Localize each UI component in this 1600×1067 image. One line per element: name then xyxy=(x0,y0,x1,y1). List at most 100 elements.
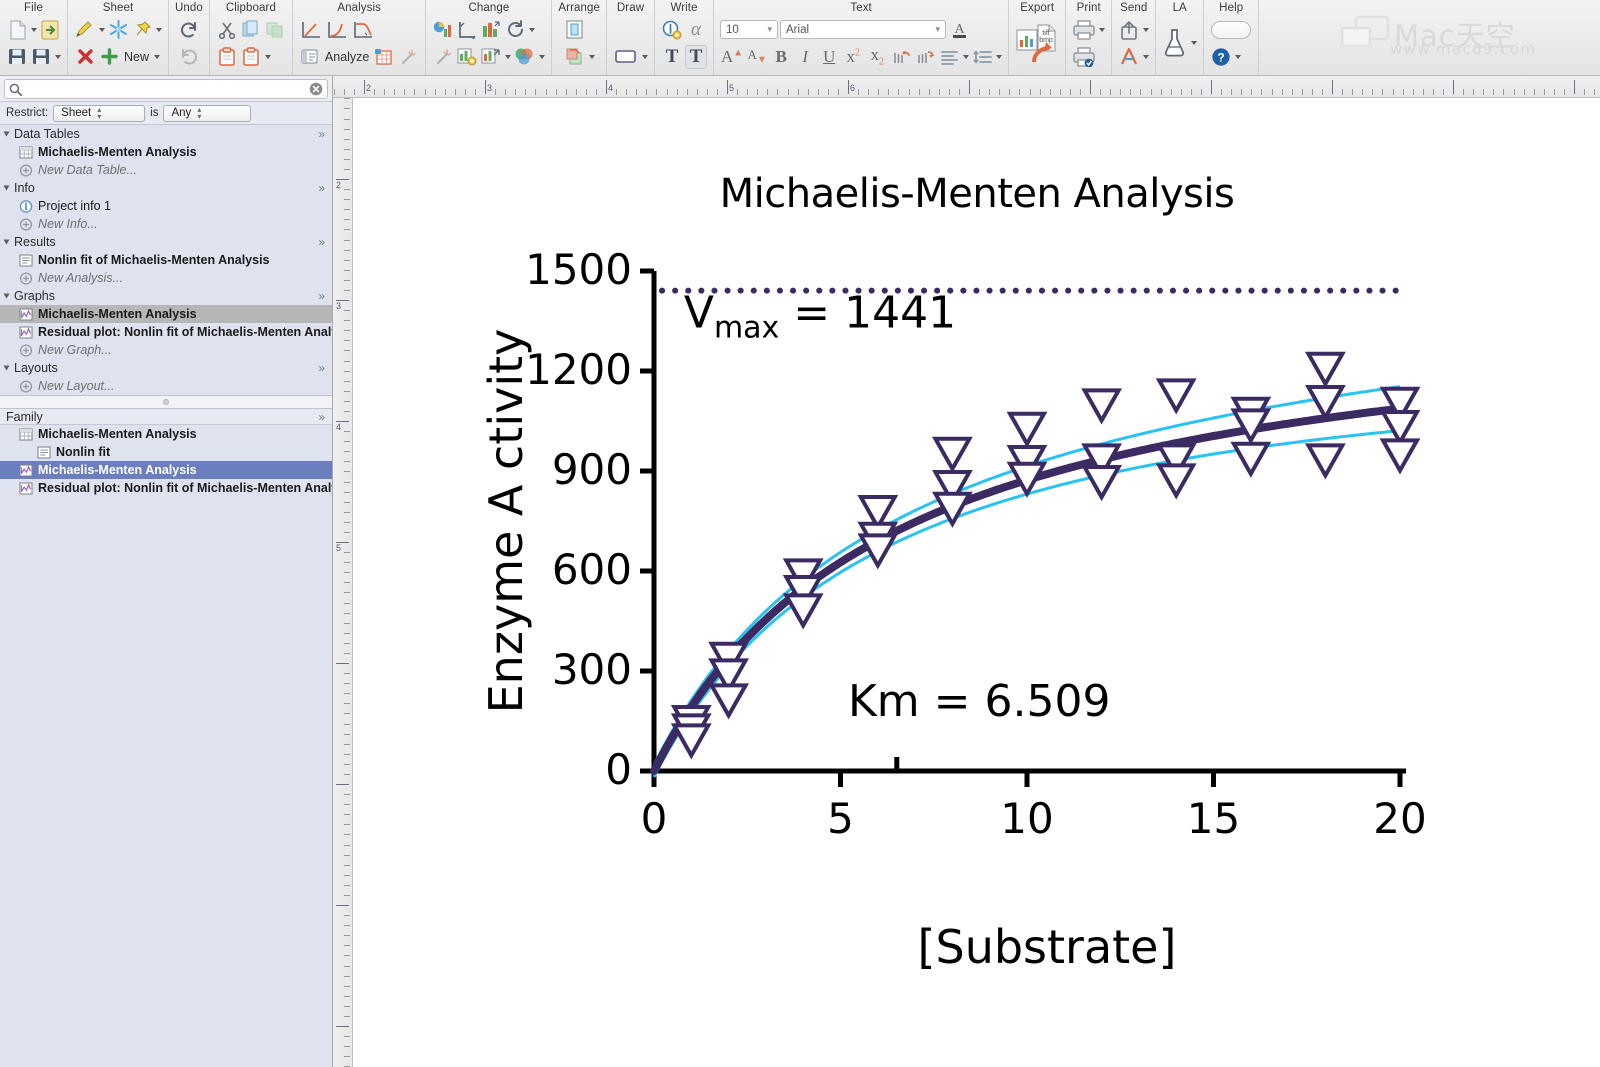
redo-button[interactable] xyxy=(178,18,200,42)
font-family-select[interactable]: Arial ▾ xyxy=(780,20,946,39)
bring-to-front-button[interactable] xyxy=(564,45,586,69)
freeze-sheet-button[interactable] xyxy=(107,18,129,42)
pin-sheet-caret-icon[interactable] xyxy=(156,28,162,32)
nav-section-expand-icon[interactable]: » xyxy=(318,361,325,375)
change-refresh-button[interactable] xyxy=(504,18,526,42)
print-caret-icon[interactable] xyxy=(1099,28,1105,32)
text-align-button[interactable] xyxy=(938,45,960,69)
horizontal-ruler[interactable]: 23456 xyxy=(333,76,1600,98)
overlay-colors-caret-icon[interactable] xyxy=(539,55,545,59)
splitter-handle-icon[interactable] xyxy=(163,399,169,405)
export-button[interactable]: tiff bmp xyxy=(1015,21,1059,65)
nav-item[interactable]: Nonlin fit of Michaelis-Menten Analysis xyxy=(0,251,332,269)
share-button[interactable] xyxy=(1118,18,1140,42)
navigator-splitter[interactable] xyxy=(0,395,332,408)
font-color-button[interactable]: A xyxy=(948,18,970,42)
copy-button[interactable] xyxy=(240,18,262,42)
delete-sheet-button[interactable] xyxy=(74,45,96,69)
text-align-caret-icon[interactable] xyxy=(963,55,969,59)
change-graph-type-button[interactable] xyxy=(432,18,454,42)
analysis-grid-button[interactable] xyxy=(373,45,395,69)
graph-canvas[interactable]: Michaelis-Menten Analysis 03006009001200… xyxy=(354,99,1600,1067)
print-preview-button[interactable] xyxy=(1072,45,1096,69)
restrict-filter-select[interactable]: Any ▴▾ xyxy=(163,105,251,122)
italic-button[interactable]: I xyxy=(794,45,816,69)
disclosure-triangle-icon[interactable] xyxy=(4,240,10,245)
paste-special-button[interactable] xyxy=(240,45,262,69)
insert-symbol-button[interactable]: α xyxy=(685,18,707,42)
line-spacing-button[interactable] xyxy=(971,45,993,69)
lab-archives-caret-icon[interactable] xyxy=(1191,41,1197,45)
send-to-app-caret-icon[interactable] xyxy=(1143,55,1149,59)
rotate-text-ccw-button[interactable] xyxy=(890,45,912,69)
change-refresh-caret-icon[interactable] xyxy=(529,28,535,32)
linear-regression-button[interactable] xyxy=(299,18,323,42)
decrease-font-size-button[interactable]: A▼ xyxy=(746,45,768,69)
disclosure-triangle-icon[interactable] xyxy=(4,186,10,191)
analyze-label[interactable]: Analyze xyxy=(323,50,371,64)
lab-archives-button[interactable] xyxy=(1162,26,1188,60)
help-button[interactable]: ? xyxy=(1210,45,1232,69)
insert-info-button[interactable] xyxy=(661,18,683,42)
share-caret-icon[interactable] xyxy=(1143,28,1149,32)
bring-to-front-caret-icon[interactable] xyxy=(589,55,595,59)
open-file-button[interactable] xyxy=(39,18,61,42)
nav-section-expand-icon[interactable]: » xyxy=(318,289,325,303)
clear-search-icon[interactable] xyxy=(309,82,323,96)
search-box[interactable] xyxy=(4,79,328,99)
nav-section-layouts[interactable]: Layouts» xyxy=(0,359,332,377)
arrange-data-sets-button[interactable] xyxy=(480,45,502,69)
restrict-scope-select[interactable]: Sheet ▴▾ xyxy=(53,105,145,122)
nav-section-graphs[interactable]: Graphs» xyxy=(0,287,332,305)
draw-shape-caret-icon[interactable] xyxy=(642,55,648,59)
add-data-set-button[interactable] xyxy=(456,45,478,69)
change-magic-button[interactable] xyxy=(432,45,454,69)
analysis-wand-button[interactable] xyxy=(397,45,419,69)
rename-sheet-button[interactable] xyxy=(74,18,96,42)
save-as-caret-icon[interactable] xyxy=(55,55,61,59)
new-sheet-caret-icon[interactable] xyxy=(154,55,160,59)
font-size-select[interactable]: 10 ▾ xyxy=(720,20,778,39)
nav-section-expand-icon[interactable]: » xyxy=(318,127,325,141)
nav-section-info[interactable]: Info» xyxy=(0,179,332,197)
change-colors-button[interactable] xyxy=(480,18,502,42)
analyze-button[interactable] xyxy=(299,45,321,69)
disclosure-triangle-icon[interactable] xyxy=(4,366,10,371)
cut-button[interactable] xyxy=(216,18,238,42)
family-item[interactable]: Michaelis-Menten Analysis xyxy=(0,461,332,479)
family-item[interactable]: Nonlin fit xyxy=(0,443,332,461)
draw-shape-button[interactable] xyxy=(613,45,639,69)
subscript-button[interactable]: x2 xyxy=(866,45,888,69)
superscript-button[interactable]: x2 xyxy=(842,45,864,69)
vertical-ruler[interactable]: 2345 xyxy=(333,98,353,1067)
disclosure-triangle-icon[interactable] xyxy=(4,294,10,299)
nav-section-results[interactable]: Results» xyxy=(0,233,332,251)
bold-button[interactable]: B xyxy=(770,45,792,69)
line-spacing-caret-icon[interactable] xyxy=(996,55,1002,59)
nav-item[interactable]: New Graph... xyxy=(0,341,332,359)
nav-item[interactable]: Residual plot: Nonlin fit of Michaelis-M… xyxy=(0,323,332,341)
text-tool-button[interactable]: T xyxy=(661,45,683,69)
align-object-button[interactable] xyxy=(564,18,586,42)
nav-item[interactable]: Michaelis-Menten Analysis xyxy=(0,305,332,323)
print-button[interactable] xyxy=(1072,18,1096,42)
rename-sheet-caret-icon[interactable] xyxy=(99,28,105,32)
text-box-tool-button[interactable]: T xyxy=(685,45,707,69)
nonlinear-regression-button[interactable] xyxy=(325,18,349,42)
save-button[interactable] xyxy=(6,45,28,69)
family-item[interactable]: Michaelis-Menten Analysis xyxy=(0,425,332,443)
nav-section-expand-icon[interactable]: » xyxy=(318,181,325,195)
family-item[interactable]: Residual plot: Nonlin fit of Michaelis-M… xyxy=(0,479,332,497)
nav-item[interactable]: New Data Table... xyxy=(0,161,332,179)
nav-item[interactable]: Michaelis-Menten Analysis xyxy=(0,143,332,161)
save-as-button[interactable] xyxy=(30,45,52,69)
paste-caret-icon[interactable] xyxy=(265,55,271,59)
duplicate-button[interactable] xyxy=(264,18,286,42)
nav-item[interactable]: New Info... xyxy=(0,215,332,233)
underline-button[interactable]: U xyxy=(818,45,840,69)
disclosure-triangle-icon[interactable] xyxy=(4,132,10,137)
paste-button[interactable] xyxy=(216,45,238,69)
dose-response-button[interactable] xyxy=(351,18,375,42)
arrange-data-sets-caret-icon[interactable] xyxy=(505,55,511,59)
pin-sheet-button[interactable] xyxy=(131,18,153,42)
